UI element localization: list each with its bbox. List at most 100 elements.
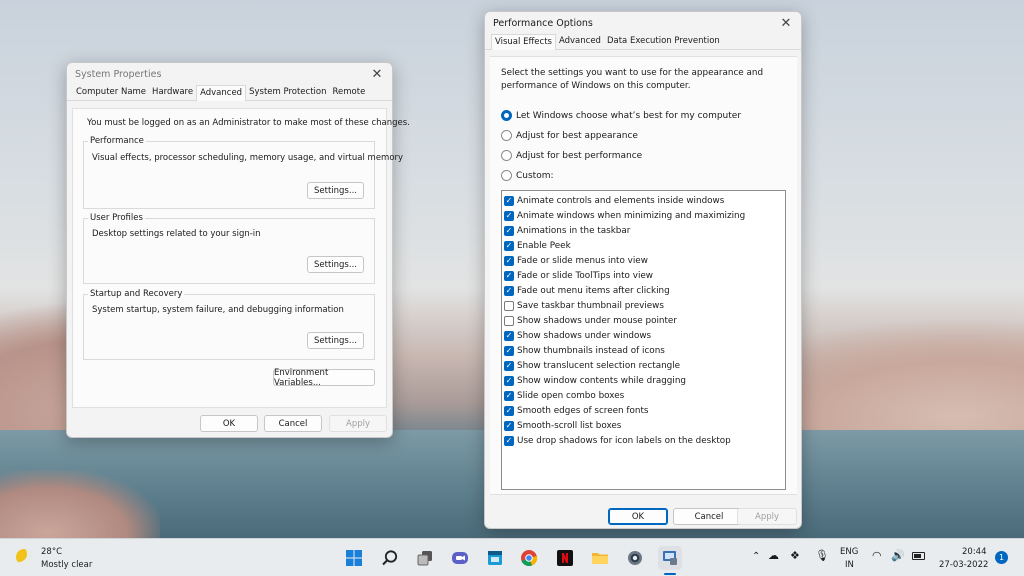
settings-icon[interactable] [623, 546, 647, 570]
option-label: Fade out menu items after clicking [517, 285, 670, 296]
clock-time[interactable]: 20:44 [962, 547, 987, 557]
option-label: Smooth-scroll list boxes [517, 420, 622, 431]
file-explorer-icon[interactable] [588, 546, 612, 570]
user-profiles-settings-button[interactable]: Settings... [307, 256, 364, 273]
language-indicator[interactable]: ENG [840, 547, 858, 557]
checkbox-checked[interactable]: ✓ [504, 345, 514, 356]
notification-badge[interactable]: 1 [995, 551, 1008, 564]
checkbox-checked[interactable]: ✓ [504, 270, 514, 281]
performance-settings-button[interactable]: Settings... [307, 182, 364, 199]
checkbox-checked[interactable]: ✓ [504, 405, 514, 416]
checkbox-checked[interactable]: ✓ [504, 420, 514, 431]
weather-widget[interactable]: 28°C Mostly clear [14, 544, 104, 572]
environment-variables-button[interactable]: Environment Variables... [273, 368, 375, 388]
tab-remote[interactable]: Remote [330, 85, 369, 100]
checkbox-checked[interactable]: ✓ [504, 330, 514, 341]
microphone-icon[interactable]: 🎙 [815, 549, 829, 562]
moon-icon [16, 549, 32, 565]
visual-effect-option[interactable]: ✓ Show thumbnails instead of icons [504, 343, 783, 358]
cancel-button[interactable]: Cancel [264, 415, 322, 432]
close-icon[interactable]: ✕ [777, 14, 795, 32]
radio-let-windows-choose[interactable]: Let Windows choose what’s best for my co… [501, 110, 741, 121]
system-properties-titlebar[interactable]: System Properties ✕ [67, 63, 392, 85]
intro-text: Select the settings you want to use for … [501, 68, 764, 91]
system-properties-icon[interactable] [658, 546, 682, 570]
tab-computer-name[interactable]: Computer Name [73, 85, 149, 100]
search-icon[interactable] [378, 546, 402, 570]
checkbox-unchecked[interactable] [504, 300, 514, 311]
visual-effect-option[interactable]: ✓ Smooth-scroll list boxes [504, 418, 783, 433]
visual-effect-option[interactable]: ✓ Show translucent selection rectangle [504, 358, 783, 373]
visual-effect-option[interactable]: ✓ Fade out menu items after clicking [504, 283, 783, 298]
visual-effect-option[interactable]: Show shadows under mouse pointer [504, 313, 783, 328]
region-indicator[interactable]: IN [845, 560, 854, 570]
cancel-button[interactable]: Cancel [673, 508, 745, 525]
checkbox-checked[interactable]: ✓ [504, 225, 514, 236]
visual-effect-option[interactable]: ✓ Show shadows under windows [504, 328, 783, 343]
checkbox-checked[interactable]: ✓ [504, 210, 514, 221]
wallpaper-rock [0, 470, 160, 540]
visual-effect-option[interactable]: ✓ Show window contents while dragging [504, 373, 783, 388]
tab-data-execution-prevention[interactable]: Data Execution Prevention [604, 34, 723, 49]
checkbox-checked[interactable]: ✓ [504, 435, 514, 446]
store-icon[interactable] [483, 546, 507, 570]
visual-effects-panel: Select the settings you want to use for … [490, 56, 797, 495]
visual-effect-option[interactable]: ✓ Fade or slide menus into view [504, 253, 783, 268]
checkbox-checked[interactable]: ✓ [504, 360, 514, 371]
tab-system-protection[interactable]: System Protection [246, 85, 329, 100]
option-label: Smooth edges of screen fonts [517, 405, 649, 416]
volume-icon[interactable]: 🔊 [891, 549, 905, 562]
cloud-icon[interactable]: ☁ [768, 549, 779, 562]
radio-best-appearance[interactable]: Adjust for best appearance [501, 130, 638, 141]
radio-custom[interactable]: Custom: [501, 170, 554, 181]
visual-effect-option[interactable]: ✓ Fade or slide ToolTips into view [504, 268, 783, 283]
chrome-icon[interactable] [517, 546, 541, 570]
wifi-icon[interactable]: ◠ [872, 549, 882, 562]
visual-effect-option[interactable]: ✓ Animate controls and elements inside wi… [504, 193, 783, 208]
checkbox-unchecked[interactable] [504, 315, 514, 326]
task-view-icon[interactable] [413, 546, 437, 570]
tab-advanced[interactable]: Advanced [556, 34, 604, 49]
weather-desc: Mostly clear [41, 560, 93, 570]
visual-effect-option[interactable]: ✓ Slide open combo boxes [504, 388, 783, 403]
apply-button[interactable]: Apply [329, 415, 387, 432]
checkbox-checked[interactable]: ✓ [504, 390, 514, 401]
weather-temp: 28°C [41, 547, 63, 557]
performance-group: Performance Visual effects, processor sc… [83, 136, 403, 209]
startup-recovery-settings-button[interactable]: Settings... [307, 332, 364, 349]
start-icon[interactable] [342, 546, 366, 570]
visual-effect-option[interactable]: ✓ Animate windows when minimizing and max… [504, 208, 783, 223]
ok-button[interactable]: OK [200, 415, 258, 432]
option-label: Show thumbnails instead of icons [517, 345, 665, 356]
battery-icon[interactable] [912, 552, 925, 560]
checkbox-checked[interactable]: ✓ [504, 375, 514, 386]
option-label: Slide open combo boxes [517, 390, 625, 401]
visual-effects-list[interactable]: ✓ Animate controls and elements inside wi… [501, 190, 786, 490]
checkbox-checked[interactable]: ✓ [504, 195, 514, 206]
tab-hardware[interactable]: Hardware [149, 85, 196, 100]
checkbox-checked[interactable]: ✓ [504, 255, 514, 266]
radio-best-performance[interactable]: Adjust for best performance [501, 150, 642, 161]
tab-visual-effects[interactable]: Visual Effects [491, 34, 556, 50]
option-label: Enable Peek [517, 240, 571, 251]
netflix-icon[interactable] [553, 546, 577, 570]
user-profiles-group: User Profiles Desktop settings related t… [83, 213, 375, 284]
visual-effect-option[interactable]: ✓ Smooth edges of screen fonts [504, 403, 783, 418]
checkbox-checked[interactable]: ✓ [504, 240, 514, 251]
apply-button[interactable]: Apply [737, 508, 797, 525]
visual-effect-option[interactable]: Save taskbar thumbnail previews [504, 298, 783, 313]
chat-icon[interactable] [448, 546, 472, 570]
clock-date[interactable]: 27-03-2022 [939, 560, 988, 570]
visual-effect-option[interactable]: ✓ Animations in the taskbar [504, 223, 783, 238]
visual-effect-option[interactable]: ✓ Use drop shadows for icon labels on the… [504, 433, 783, 448]
advanced-panel: You must be logged on as an Administrato… [72, 108, 410, 408]
ok-button[interactable]: OK [608, 508, 668, 525]
chevron-up-icon[interactable]: ⌃ [752, 551, 760, 562]
radio-button [501, 170, 512, 181]
dropbox-icon[interactable]: ❖ [790, 549, 800, 562]
performance-options-titlebar[interactable]: Performance Options ✕ [485, 12, 801, 34]
close-icon[interactable]: ✕ [368, 65, 386, 83]
visual-effect-option[interactable]: ✓ Enable Peek [504, 238, 783, 253]
checkbox-checked[interactable]: ✓ [504, 285, 514, 296]
tab-advanced[interactable]: Advanced [196, 85, 247, 101]
